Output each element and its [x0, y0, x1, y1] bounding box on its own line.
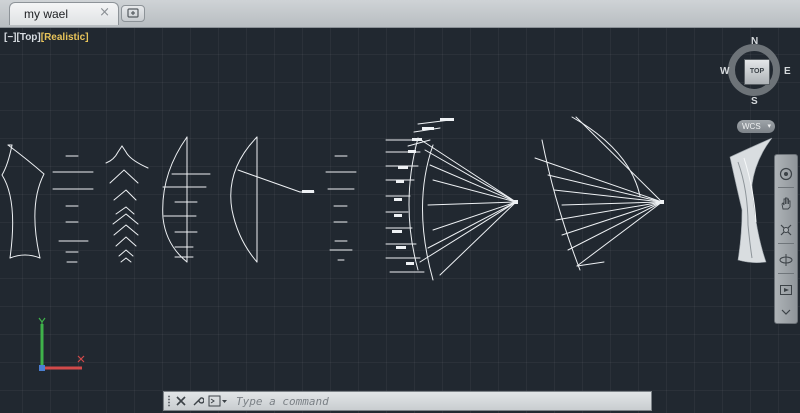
command-input[interactable] — [236, 393, 636, 409]
compass-south[interactable]: S — [751, 96, 758, 107]
nav-separator — [778, 243, 794, 244]
viewcube-top-face[interactable]: TOP — [744, 59, 770, 85]
dimensioned-fan — [385, 119, 517, 281]
chevron-stack — [105, 145, 149, 263]
compass-west[interactable]: W — [720, 66, 729, 77]
dimension-text-marks — [302, 118, 664, 265]
drag-handle[interactable] — [167, 395, 171, 407]
command-line — [163, 391, 652, 411]
shell-3d-object — [729, 137, 773, 263]
leaf-shape — [1, 144, 45, 259]
pan-hand-icon[interactable] — [777, 195, 795, 213]
fan-shape — [534, 116, 663, 271]
zoom-extents-icon[interactable] — [777, 221, 795, 239]
orbit-icon[interactable] — [777, 251, 795, 269]
wcs-menu-button[interactable]: WCS ▾ — [737, 120, 775, 133]
compass-north[interactable]: N — [751, 36, 758, 47]
nav-separator — [778, 273, 794, 274]
arc-with-leader — [230, 136, 315, 263]
lens-shape — [162, 136, 211, 263]
compass-east[interactable]: E — [784, 66, 791, 77]
steering-wheel-icon[interactable] — [777, 165, 795, 183]
navigation-bar — [774, 154, 798, 324]
chevron-down-icon: ▾ — [767, 123, 771, 130]
showmotion-icon[interactable] — [777, 281, 795, 299]
ucs-icon — [38, 317, 85, 371]
wcs-label: WCS — [742, 122, 761, 131]
navbar-customize-icon[interactable] — [777, 303, 795, 321]
command-prompt-icon[interactable] — [208, 394, 228, 408]
wrench-icon[interactable] — [191, 394, 205, 408]
dash-stack-2 — [325, 155, 357, 261]
drawing-geometry — [1, 116, 773, 281]
nav-separator — [778, 187, 794, 188]
close-icon[interactable] — [174, 394, 188, 408]
viewcube[interactable]: TOP N S E W — [720, 36, 792, 108]
dash-stack-1 — [52, 155, 94, 263]
